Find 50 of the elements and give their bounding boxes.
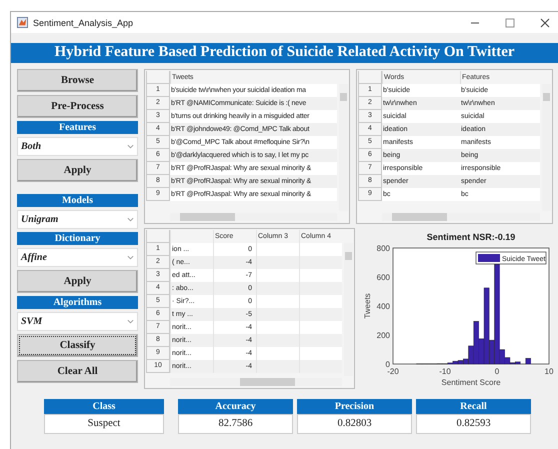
metric-heading: Class <box>44 399 164 414</box>
chevron-icon <box>127 319 134 324</box>
metric-value: 0.82803 <box>297 414 412 434</box>
dropdown[interactable]: Both <box>17 137 138 156</box>
chart-title: Sentiment NSR:-0.19 <box>426 232 516 242</box>
action-button[interactable]: Classify <box>17 334 138 357</box>
dropdown[interactable]: Unigram <box>17 210 138 229</box>
app-header: Hybrid Feature Based Prediction of Suicide Related Activity On Twitter <box>11 43 558 63</box>
metric-heading: Accuracy <box>178 399 293 414</box>
x-tick-label: 0 <box>494 367 500 376</box>
section-heading: Models <box>17 194 138 207</box>
chevron-icon <box>127 217 134 222</box>
vertical-scrollbar[interactable] <box>344 243 353 376</box>
y-tick-label: 800 <box>376 244 390 253</box>
chevron-icon <box>127 144 134 149</box>
metric-value: Suspect <box>44 414 164 434</box>
y-axis-label: Tweets <box>363 293 372 319</box>
metric-heading: Recall <box>416 399 531 414</box>
vertical-scrollbar[interactable] <box>339 84 348 211</box>
x-tick-label: -10 <box>439 367 451 376</box>
window-title: Sentiment_Analysis_App <box>33 18 134 28</box>
maximize-icon[interactable] <box>505 18 515 28</box>
close-icon[interactable] <box>540 18 550 28</box>
horizontal-scrollbar[interactable] <box>382 213 540 221</box>
section-heading: Features <box>17 121 138 134</box>
chevron-icon <box>127 255 134 260</box>
app-icon <box>17 17 28 28</box>
action-button[interactable]: Pre-Process <box>17 95 138 118</box>
dropdown[interactable]: SVM <box>17 312 138 331</box>
metric-heading: Precision <box>297 399 412 414</box>
metric-value: 82.7586 <box>178 414 293 434</box>
y-tick-label: 600 <box>376 273 390 282</box>
y-tick-label: 200 <box>376 331 390 340</box>
y-tick-label: 400 <box>376 302 390 311</box>
section-heading: Algorithms <box>17 296 138 309</box>
dropdown[interactable]: Affine <box>17 248 138 267</box>
section-heading: Dictionary <box>17 232 138 245</box>
action-button[interactable]: Apply <box>17 270 138 293</box>
x-axis-label: Sentiment Score <box>441 378 501 387</box>
horizontal-scrollbar[interactable] <box>170 378 342 386</box>
action-button[interactable]: Clear All <box>17 360 138 383</box>
vertical-scrollbar[interactable] <box>542 84 551 211</box>
horizontal-scrollbar[interactable] <box>170 213 337 221</box>
x-tick-label: 10 <box>544 367 554 376</box>
y-tick-label: 0 <box>386 360 390 369</box>
action-button[interactable]: Apply <box>17 159 138 182</box>
metric-value: 0.82593 <box>416 414 531 434</box>
histogram-bar <box>525 358 531 364</box>
action-button[interactable]: Browse <box>17 69 138 92</box>
x-tick-label: -20 <box>387 367 399 376</box>
